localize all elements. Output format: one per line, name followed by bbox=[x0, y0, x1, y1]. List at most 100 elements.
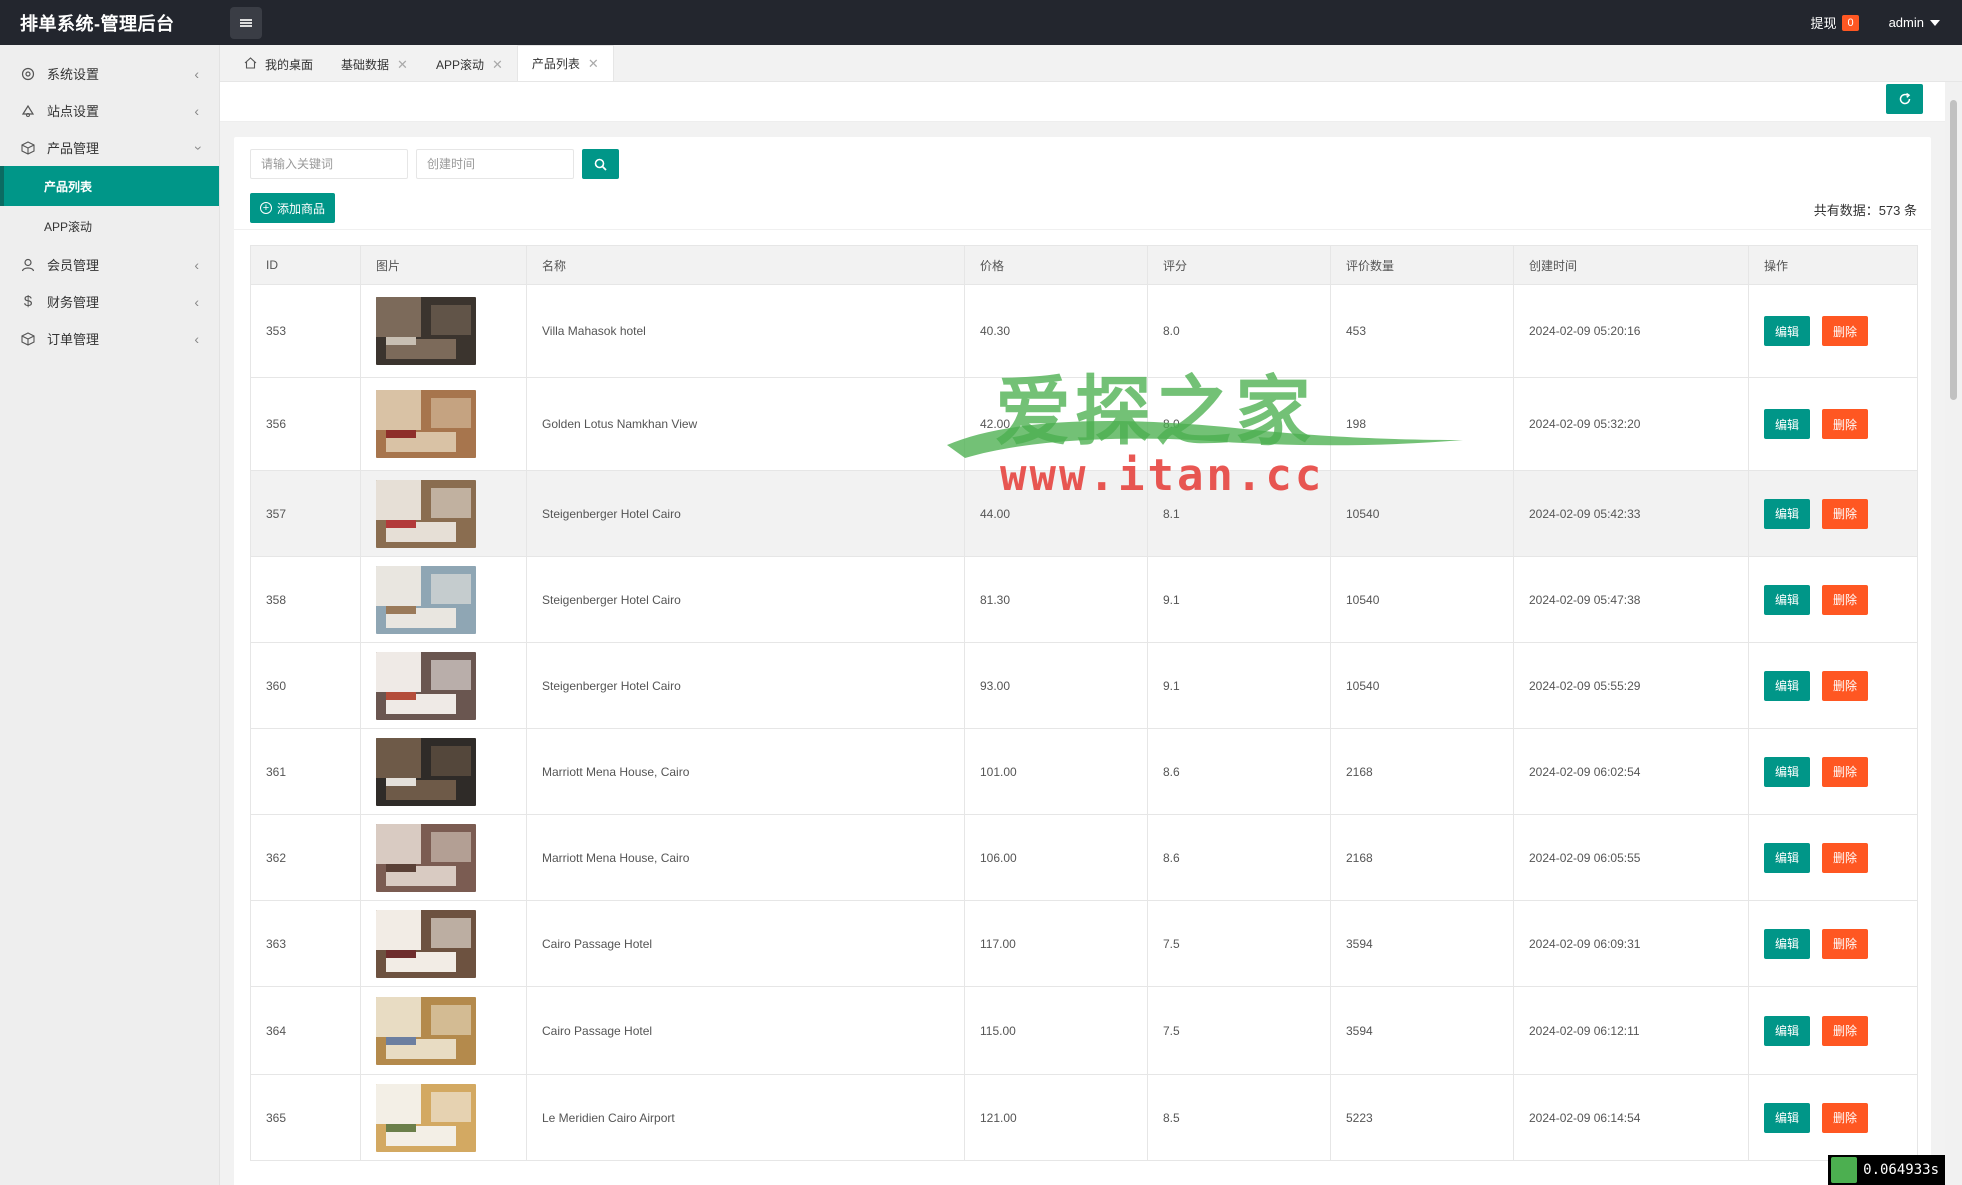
edit-button[interactable]: 编辑 bbox=[1764, 670, 1811, 701]
cell-price: 44.00 bbox=[964, 470, 1148, 557]
edit-button[interactable]: 编辑 bbox=[1764, 928, 1811, 959]
withdraw-link[interactable]: 提现 0 bbox=[1810, 13, 1859, 32]
timer-value: 0.064933s bbox=[1863, 1162, 1939, 1178]
cell-name: Steigenberger Hotel Cairo bbox=[526, 642, 965, 729]
user-menu[interactable]: admin bbox=[1889, 15, 1940, 30]
delete-button[interactable]: 删除 bbox=[1822, 1015, 1869, 1046]
hotel-thumbnail[interactable] bbox=[376, 651, 476, 720]
sidebar-item-order-management[interactable]: 订单管理 ‹ bbox=[0, 320, 219, 357]
chevron-left-icon: ‹ bbox=[194, 65, 199, 82]
cell-id: 360 bbox=[250, 642, 361, 729]
cell-name: Steigenberger Hotel Cairo bbox=[526, 470, 965, 557]
cell-price: 121.00 bbox=[964, 1074, 1148, 1161]
cell-image bbox=[360, 814, 527, 901]
edit-button[interactable]: 编辑 bbox=[1764, 584, 1811, 615]
hotel-thumbnail[interactable] bbox=[376, 479, 476, 548]
edit-button[interactable]: 编辑 bbox=[1764, 842, 1811, 873]
tab-basic-data[interactable]: 基础数据 ✕ bbox=[327, 48, 422, 81]
edit-button[interactable]: 编辑 bbox=[1764, 1015, 1811, 1046]
hotel-thumbnail[interactable] bbox=[376, 737, 476, 806]
tab-product-list[interactable]: 产品列表 ✕ bbox=[516, 45, 614, 81]
cell-reviews: 453 bbox=[1330, 284, 1514, 378]
delete-button[interactable]: 删除 bbox=[1822, 1102, 1869, 1133]
hotel-thumbnail[interactable] bbox=[376, 390, 476, 458]
sidebar-subitem-product-list[interactable]: 产品列表 bbox=[0, 166, 219, 206]
table-row: 364 Cairo Passage Hotel 115.00 7.5 3594 2024-… bbox=[250, 986, 1918, 1075]
table-row: 361 Marriott Mena House, Cairo 101.00 8.6 21… bbox=[250, 728, 1918, 815]
total-count: 共有数据：573 条 bbox=[1813, 203, 1917, 218]
cell-price: 93.00 bbox=[964, 642, 1148, 729]
sidebar-item-label: 系统设置 bbox=[47, 67, 100, 82]
close-icon[interactable]: ✕ bbox=[492, 57, 503, 73]
close-icon[interactable]: ✕ bbox=[397, 57, 408, 73]
add-product-button[interactable]: + 添加商品 bbox=[250, 193, 336, 223]
cell-actions: 编辑 删除 bbox=[1748, 814, 1918, 901]
delete-button[interactable]: 删除 bbox=[1822, 584, 1869, 615]
hotel-thumbnail[interactable] bbox=[376, 297, 476, 365]
cell-id: 365 bbox=[250, 1074, 361, 1161]
user-icon bbox=[20, 257, 36, 273]
vertical-scrollbar[interactable] bbox=[1945, 82, 1962, 1185]
cell-score: 8.0 bbox=[1147, 284, 1331, 378]
edit-button[interactable]: 编辑 bbox=[1764, 316, 1811, 346]
delete-button[interactable]: 删除 bbox=[1822, 756, 1869, 787]
table-row: 357 Steigenberger Hotel Cairo 44.00 8.1 1054… bbox=[250, 470, 1918, 557]
hotel-thumbnail[interactable] bbox=[376, 909, 476, 978]
home-icon bbox=[244, 57, 257, 72]
cell-id: 364 bbox=[250, 986, 361, 1075]
chevron-left-icon: ‹ bbox=[194, 102, 199, 119]
cell-price: 42.00 bbox=[964, 377, 1148, 471]
tab-app-scroll[interactable]: APP滚动 ✕ bbox=[422, 48, 517, 81]
column-header: 评价数量 bbox=[1330, 245, 1514, 285]
cell-image bbox=[360, 728, 527, 815]
cell-price: 115.00 bbox=[964, 986, 1148, 1075]
cell-image bbox=[360, 377, 527, 471]
sidebar-item-member-management[interactable]: 会员管理 ‹ bbox=[0, 246, 219, 283]
sidebar-item-site-settings[interactable]: 站点设置 ‹ bbox=[0, 92, 219, 129]
cell-image bbox=[360, 284, 527, 378]
delete-button[interactable]: 删除 bbox=[1822, 498, 1869, 529]
delete-button[interactable]: 删除 bbox=[1822, 928, 1869, 959]
scrollbar-thumb[interactable] bbox=[1950, 100, 1957, 400]
plus-circle-icon: + bbox=[260, 202, 272, 214]
delete-button[interactable]: 删除 bbox=[1822, 316, 1869, 346]
hotel-thumbnail[interactable] bbox=[376, 823, 476, 892]
close-icon[interactable]: ✕ bbox=[588, 56, 599, 72]
sidebar-item-label: 财务管理 bbox=[47, 295, 100, 310]
table-row: 363 Cairo Passage Hotel 117.00 7.5 3594 2024-… bbox=[250, 900, 1918, 987]
created-date-input[interactable] bbox=[416, 149, 574, 179]
cell-name: Marriott Mena House, Cairo bbox=[526, 728, 965, 815]
sidebar-subitem-app-scroll[interactable]: APP滚动 bbox=[0, 206, 219, 246]
delete-button[interactable]: 删除 bbox=[1822, 842, 1869, 873]
sidebar: 系统设置 ‹ 站点设置 ‹ 产品管理 ‹ 产品列表 APP滚动 会员管理 ‹ $… bbox=[0, 45, 220, 1185]
chevron-left-icon: ‹ bbox=[194, 330, 199, 347]
site-icon bbox=[20, 103, 36, 119]
delete-button[interactable]: 删除 bbox=[1822, 409, 1869, 439]
hotel-thumbnail[interactable] bbox=[376, 996, 476, 1065]
cell-created: 2024-02-09 05:20:16 bbox=[1513, 284, 1749, 378]
main-content: + 添加商品 共有数据：573 条 ID 图片 名称 价格 评分 评价数量 bbox=[220, 82, 1945, 1185]
hotel-thumbnail[interactable] bbox=[376, 565, 476, 634]
edit-button[interactable]: 编辑 bbox=[1764, 756, 1811, 787]
keyword-input[interactable] bbox=[250, 149, 408, 179]
sidebar-item-label: 会员管理 bbox=[47, 258, 100, 273]
content-toolbar bbox=[220, 82, 1945, 122]
edit-button[interactable]: 编辑 bbox=[1764, 409, 1811, 439]
refresh-button[interactable] bbox=[1886, 84, 1923, 114]
cell-created: 2024-02-09 06:02:54 bbox=[1513, 728, 1749, 815]
sidebar-item-product-management[interactable]: 产品管理 ‹ bbox=[0, 129, 219, 166]
column-header: 名称 bbox=[526, 245, 965, 285]
hotel-thumbnail[interactable] bbox=[376, 1083, 476, 1152]
menu-toggle-button[interactable] bbox=[230, 6, 262, 39]
tab-my-desktop[interactable]: 我的桌面 bbox=[230, 48, 327, 81]
edit-button[interactable]: 编辑 bbox=[1764, 498, 1811, 529]
table-row: 365 Le Meridien Cairo Airport 121.00 8.5 522… bbox=[250, 1074, 1918, 1161]
sidebar-item-finance-management[interactable]: $ 财务管理 ‹ bbox=[0, 283, 219, 320]
table-row: 353 Villa Mahasok hotel 40.30 8.0 453 2024-02… bbox=[250, 284, 1918, 378]
sidebar-item-system-settings[interactable]: 系统设置 ‹ bbox=[0, 55, 219, 92]
top-header: 排单系统-管理后台 提现 0 admin bbox=[0, 0, 1962, 45]
delete-button[interactable]: 删除 bbox=[1822, 670, 1869, 701]
cell-id: 363 bbox=[250, 900, 361, 987]
edit-button[interactable]: 编辑 bbox=[1764, 1102, 1811, 1133]
search-button[interactable] bbox=[582, 149, 619, 179]
